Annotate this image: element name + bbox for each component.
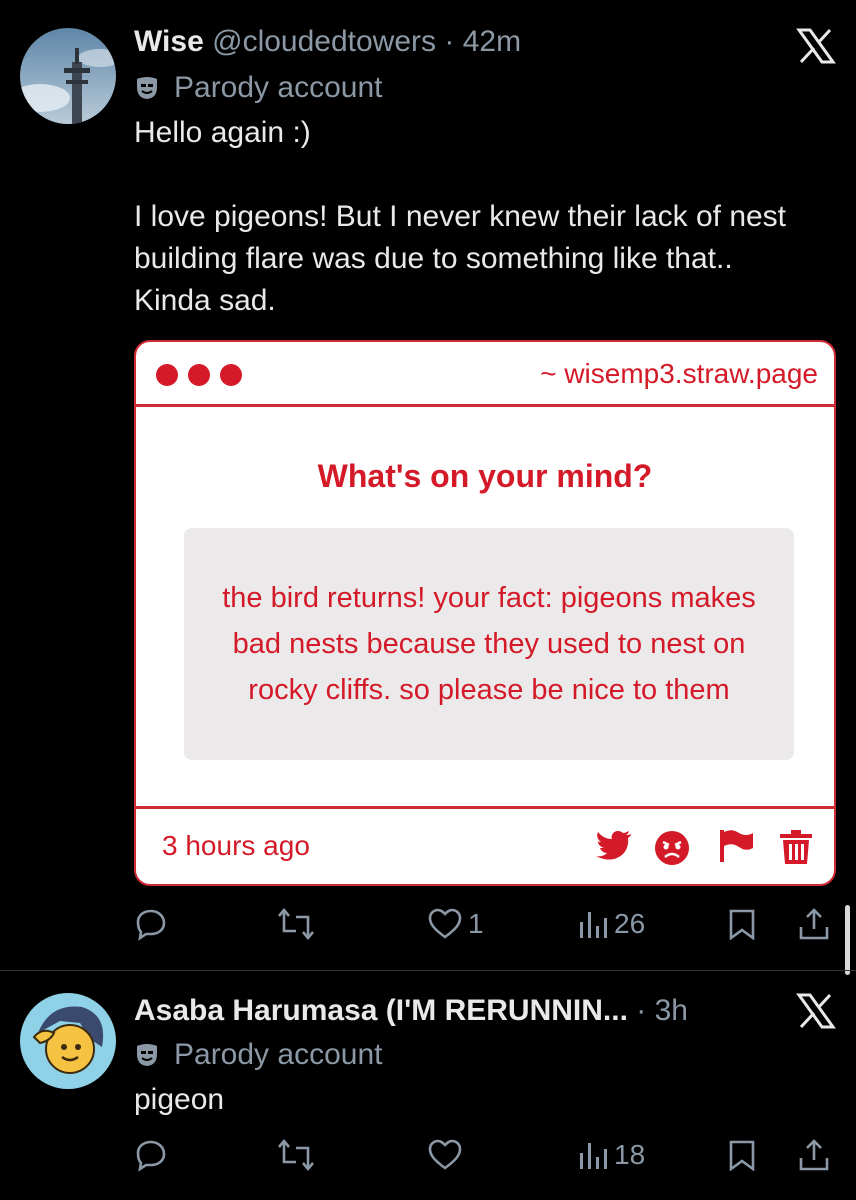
reply-icon bbox=[136, 1140, 166, 1172]
author-line: Asaba Harumasa (I'M RERUNNIN... · 3h bbox=[134, 993, 688, 1029]
separator-dot: · bbox=[636, 994, 647, 1027]
like-button[interactable]: 1 bbox=[428, 902, 484, 946]
parody-label-text: Parody account bbox=[174, 1038, 383, 1071]
card-url: ~ wisemp3.straw.page bbox=[540, 358, 818, 389]
heart-icon bbox=[428, 1139, 462, 1170]
tweet-actions: 1 26 bbox=[134, 902, 834, 946]
scrollbar[interactable] bbox=[845, 905, 850, 975]
timestamp[interactable]: 42m bbox=[463, 25, 521, 58]
user-handle[interactable]: @cloudedtowers bbox=[212, 25, 436, 58]
reply-button[interactable] bbox=[134, 1133, 168, 1177]
author-line: Wise @cloudedtowers · 42m bbox=[134, 24, 521, 60]
share-button[interactable] bbox=[798, 902, 830, 946]
theater-mask-icon bbox=[137, 77, 157, 99]
bookmark-button[interactable] bbox=[728, 902, 756, 946]
views-icon bbox=[580, 912, 607, 938]
flag-icon bbox=[720, 830, 753, 862]
reply-button[interactable] bbox=[134, 902, 168, 946]
avatar[interactable] bbox=[20, 28, 116, 124]
display-name[interactable]: Wise bbox=[134, 25, 204, 58]
views-button[interactable]: 26 bbox=[578, 902, 645, 946]
heart-icon bbox=[428, 908, 462, 939]
repost-icon bbox=[278, 1138, 314, 1172]
bookmark-button[interactable] bbox=[728, 1133, 756, 1177]
trash-icon bbox=[780, 830, 812, 864]
parody-label-text: Parody account bbox=[174, 71, 383, 104]
tweet-text: Hello again :) I love pigeons! But I nev… bbox=[134, 116, 787, 317]
avatar[interactable] bbox=[20, 993, 116, 1089]
window-dots bbox=[156, 364, 242, 386]
card-time: 3 hours ago bbox=[162, 830, 310, 861]
bookmark-icon bbox=[729, 909, 755, 940]
tweet[interactable]: Asaba Harumasa (I'M RERUNNIN... · 3h Par… bbox=[0, 971, 856, 1200]
embedded-image-card[interactable]: ~ wisemp3.straw.page What's on your mind… bbox=[134, 340, 836, 886]
view-count: 26 bbox=[614, 908, 646, 939]
share-icon bbox=[799, 908, 829, 940]
repost-button[interactable] bbox=[276, 1133, 316, 1177]
card-divider-top bbox=[136, 404, 834, 407]
tweet[interactable]: Wise @cloudedtowers · 42m Parody account… bbox=[0, 0, 856, 970]
views-icon bbox=[580, 1143, 607, 1169]
card-divider-bottom bbox=[136, 806, 834, 809]
like-button[interactable] bbox=[428, 1133, 468, 1177]
separator-dot: · bbox=[444, 25, 455, 58]
card-message: the bird returns! your fact: pigeons mak… bbox=[184, 528, 794, 760]
like-count: 1 bbox=[468, 908, 484, 939]
repost-button[interactable] bbox=[276, 902, 316, 946]
timestamp[interactable]: 3h bbox=[655, 994, 688, 1027]
reply-icon bbox=[136, 909, 166, 941]
theater-mask-icon bbox=[137, 1044, 157, 1066]
share-button[interactable] bbox=[798, 1133, 830, 1177]
angry-face-icon bbox=[655, 831, 689, 865]
twitter-bird-icon bbox=[596, 830, 631, 860]
repost-icon bbox=[278, 907, 314, 941]
share-icon bbox=[799, 1139, 829, 1171]
parody-label: Parody account bbox=[134, 70, 382, 106]
parody-label: Parody account bbox=[134, 1037, 382, 1073]
views-button[interactable]: 18 bbox=[578, 1133, 645, 1177]
x-logo-icon bbox=[796, 28, 836, 64]
view-count: 18 bbox=[614, 1139, 646, 1170]
bookmark-icon bbox=[729, 1140, 755, 1171]
tweet-text: pigeon bbox=[134, 1083, 225, 1116]
card-question: What's on your mind? bbox=[317, 458, 653, 494]
x-logo-icon bbox=[796, 993, 836, 1029]
tweet-actions: 18 bbox=[134, 1133, 834, 1177]
display-name[interactable]: Asaba Harumasa (I'M RERUNNIN... bbox=[134, 994, 628, 1027]
